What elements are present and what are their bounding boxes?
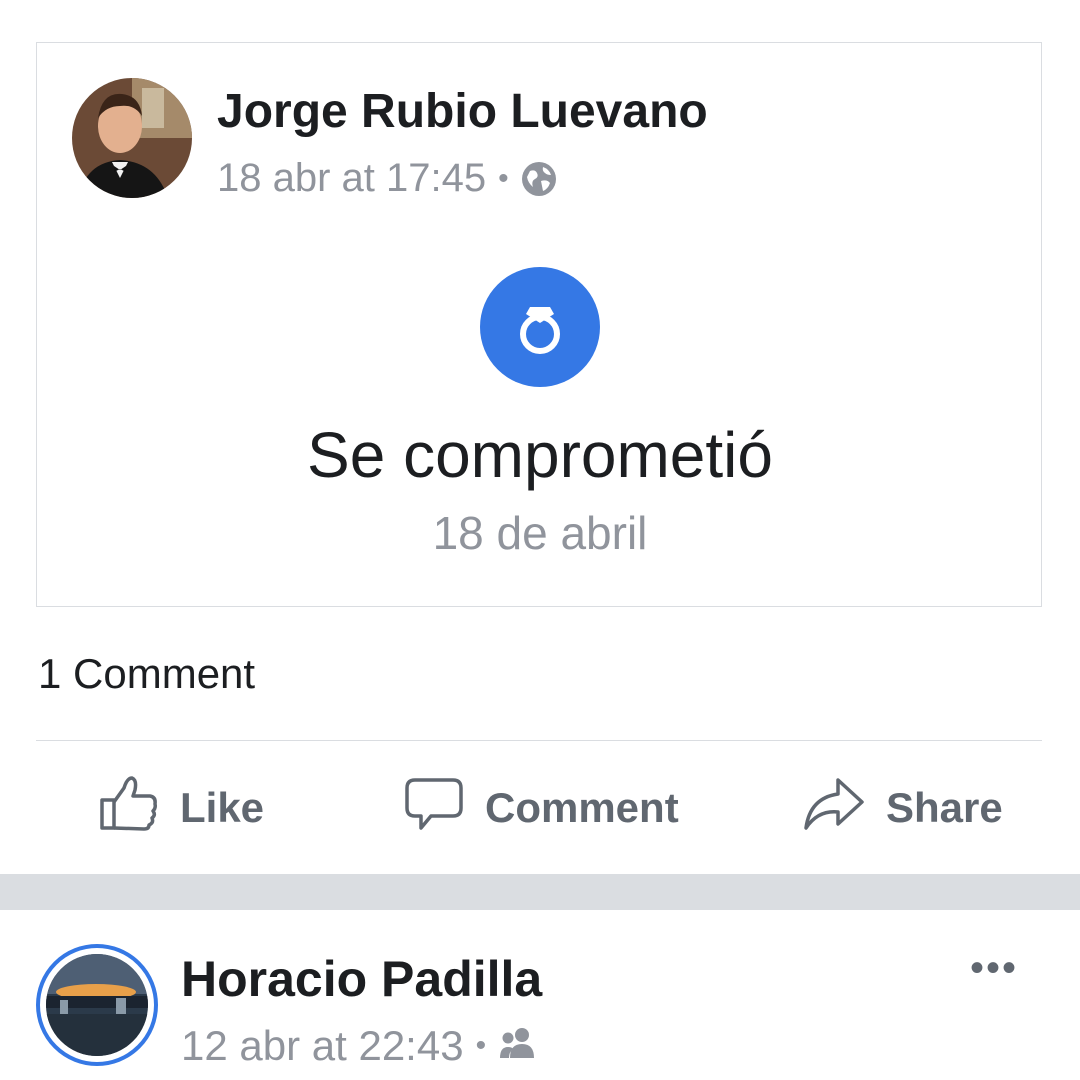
share-label: Share xyxy=(886,784,1003,831)
friends-icon[interactable] xyxy=(498,1022,538,1070)
thumbs-up-icon xyxy=(100,774,180,842)
event-date: 18 de abril xyxy=(432,507,648,559)
like-label: Like xyxy=(180,784,265,831)
like-button[interactable]: Like xyxy=(100,772,264,844)
event-title: Se comprometió xyxy=(307,419,773,491)
next-author-name[interactable]: Horacio Padilla xyxy=(181,950,542,1008)
author-name[interactable]: Jorge Rubio Luevano xyxy=(217,84,708,139)
next-post-meta: 12 abr at 22:43 • xyxy=(181,1022,538,1070)
ring-icon xyxy=(480,267,600,387)
post-timestamp[interactable]: 18 abr at 17:45 xyxy=(217,156,486,201)
comment-button[interactable]: Comment xyxy=(405,772,679,844)
comment-count[interactable]: 1 Comment xyxy=(38,650,255,698)
globe-icon[interactable] xyxy=(521,161,557,197)
meta-separator: • xyxy=(498,161,509,195)
speech-bubble-icon xyxy=(405,774,485,842)
author-avatar[interactable] xyxy=(72,78,192,198)
divider xyxy=(36,740,1042,741)
feed-separator xyxy=(0,874,1080,910)
post-meta: 18 abr at 17:45 • xyxy=(217,156,557,201)
share-button[interactable]: Share xyxy=(804,772,1003,844)
share-arrow-icon xyxy=(804,774,886,842)
comment-label: Comment xyxy=(485,784,679,831)
more-options-button[interactable]: ••• xyxy=(970,948,1018,988)
meta-separator: • xyxy=(475,1029,487,1062)
next-author-avatar[interactable] xyxy=(46,954,148,1056)
next-post-timestamp[interactable]: 12 abr at 22:43 xyxy=(181,1022,464,1070)
